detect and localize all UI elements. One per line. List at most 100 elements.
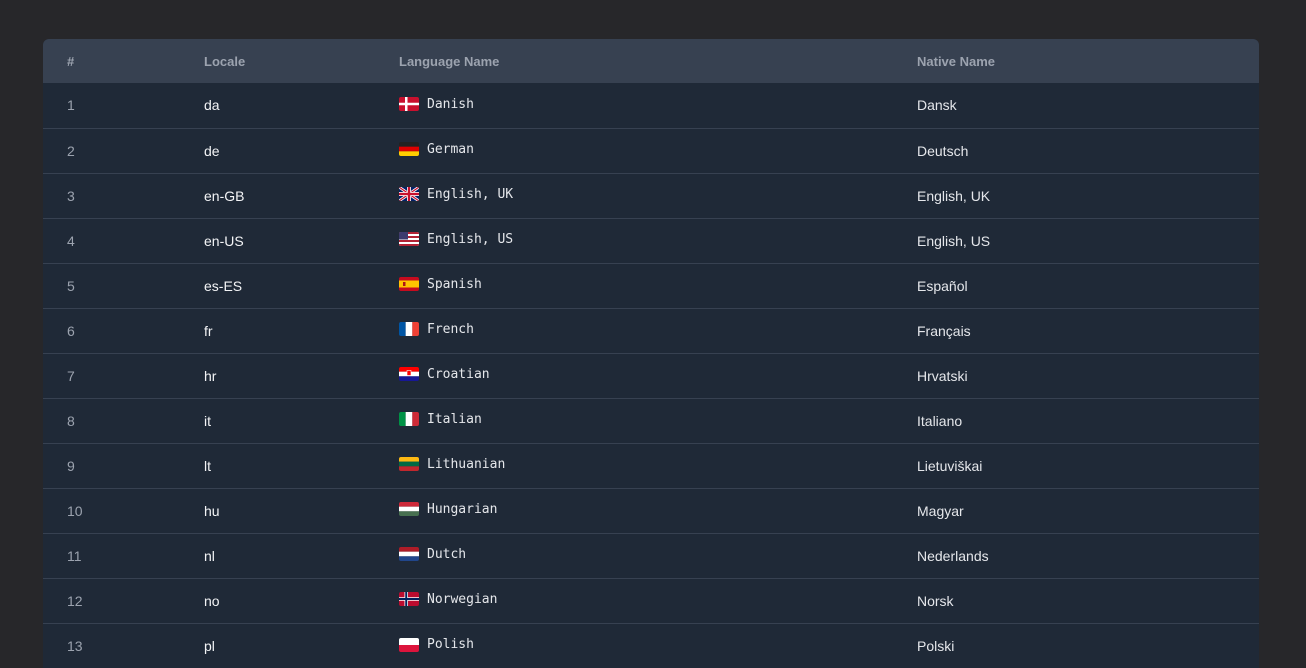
language-name-group: Spanish: [399, 277, 482, 292]
language-name-group: English, US: [399, 232, 513, 247]
norway-flag-icon: [399, 592, 419, 607]
language-name-group: French: [399, 322, 474, 337]
row-index: 8: [67, 412, 75, 429]
language-name-group: Lithuanian: [399, 457, 505, 472]
row-language-cell: English, US: [399, 218, 917, 263]
lithuania-flag-icon: [399, 457, 419, 472]
row-index: 3: [67, 187, 75, 204]
row-locale: da: [204, 97, 220, 114]
row-language-name: French: [427, 321, 474, 337]
row-language-cell: Croatian: [399, 353, 917, 398]
row-native-name: Nederlands: [917, 547, 989, 564]
us-flag-icon: [399, 232, 419, 247]
row-native-name: Dansk: [917, 97, 957, 114]
netherlands-flag-icon: [399, 547, 419, 562]
croatia-flag-icon: [399, 367, 419, 382]
row-index: 9: [67, 457, 75, 474]
row-language-name: English, UK: [427, 186, 514, 202]
row-language-name: Polish: [427, 637, 474, 652]
row-language-cell: Norwegian: [399, 578, 917, 623]
row-language-cell: English, UK: [399, 173, 917, 218]
row-native-name: Français: [917, 322, 971, 339]
row-locale: en-US: [204, 232, 244, 249]
row-locale: hu: [204, 502, 220, 519]
row-language-cell: Italian: [399, 398, 917, 443]
row-index: 7: [67, 367, 75, 384]
row-locale: no: [204, 592, 220, 609]
language-name-group: Dutch: [399, 547, 466, 562]
row-language-name: German: [427, 141, 474, 157]
table-row[interactable]: 1 da Danish Dansk: [43, 83, 1259, 128]
row-index: 1: [67, 97, 75, 114]
row-index: 11: [67, 547, 82, 564]
row-locale: hr: [204, 367, 217, 384]
language-name-group: Italian: [399, 412, 482, 427]
table-row[interactable]: 13 pl Polish Polski: [43, 623, 1259, 668]
table-row[interactable]: 4 en-US English, US English, US: [43, 218, 1259, 263]
table-row[interactable]: 7 hr Croatian Hrvatski: [43, 353, 1259, 398]
row-index: 4: [67, 232, 75, 249]
row-locale: lt: [204, 457, 211, 474]
header-index[interactable]: #: [43, 39, 204, 83]
header-native-name[interactable]: Native Name: [917, 39, 1259, 83]
locales-table: # Locale Language Name Native Name 1 da Da…: [43, 39, 1259, 668]
row-locale: fr: [204, 322, 213, 339]
language-name-group: Norwegian: [399, 592, 497, 607]
table-row[interactable]: 9 lt Lithuanian Lietuviškai: [43, 443, 1259, 488]
language-name-group: Polish: [399, 637, 474, 652]
row-locale: de: [204, 142, 220, 159]
header-locale[interactable]: Locale: [204, 39, 399, 83]
hungary-flag-icon: [399, 502, 419, 517]
row-index: 2: [67, 142, 75, 159]
locales-table-card: # Locale Language Name Native Name 1 da Da…: [43, 39, 1259, 668]
language-name-group: Croatian: [399, 367, 490, 382]
row-index: 10: [67, 502, 83, 519]
france-flag-icon: [399, 322, 419, 337]
row-language-cell: German: [399, 128, 917, 173]
row-language-name: Norwegian: [427, 591, 498, 607]
header-language-name[interactable]: Language Name: [399, 39, 917, 83]
uk-flag-icon: [399, 187, 419, 202]
row-language-name: Spanish: [427, 276, 482, 292]
language-name-group: Danish: [399, 97, 474, 112]
row-language-cell: French: [399, 308, 917, 353]
row-index: 6: [67, 322, 75, 339]
denmark-flag-icon: [399, 97, 419, 111]
row-language-cell: Lithuanian: [399, 443, 917, 488]
row-locale: pl: [204, 637, 215, 654]
row-language-cell: Danish: [399, 83, 917, 128]
row-index: 12: [67, 592, 83, 609]
table-row[interactable]: 8 it Italian Italiano: [43, 398, 1259, 443]
table-row[interactable]: 5 es-ES Spanish Español: [43, 263, 1259, 308]
spain-flag-icon: [399, 277, 419, 292]
row-language-name: Italian: [427, 411, 482, 427]
row-language-name: Croatian: [427, 366, 490, 382]
germany-flag-icon: [399, 142, 419, 157]
row-native-name: Italiano: [917, 412, 963, 429]
language-name-group: German: [399, 142, 474, 157]
table-row[interactable]: 12 no Norwegian Norsk: [43, 578, 1259, 623]
table-body: 1 da Danish Dansk 2 de German Deutsch 3 en-GB Engl…: [43, 83, 1259, 668]
row-native-name: Norsk: [917, 592, 954, 609]
row-native-name: English, UK: [917, 187, 991, 204]
poland-flag-icon: [399, 637, 419, 652]
row-language-name: English, US: [427, 231, 514, 247]
language-name-group: English, UK: [399, 187, 513, 202]
table-header-row: # Locale Language Name Native Name: [43, 39, 1259, 83]
table-row[interactable]: 3 en-GB English, UK English, UK: [43, 173, 1259, 218]
language-name-group: Hungarian: [399, 502, 497, 517]
table-row[interactable]: 2 de German Deutsch: [43, 128, 1259, 173]
row-index: 13: [67, 637, 83, 654]
table-row[interactable]: 6 fr French Français: [43, 308, 1259, 353]
row-language-name: Danish: [427, 96, 474, 112]
italy-flag-icon: [399, 412, 419, 427]
row-native-name: Lietuviškai: [917, 457, 983, 474]
row-native-name: Polski: [917, 637, 955, 654]
table-row[interactable]: 10 hu Hungarian Magyar: [43, 488, 1259, 533]
table-row[interactable]: 11 nl Dutch Nederlands: [43, 533, 1259, 578]
row-language-cell: Polish: [399, 623, 917, 668]
row-index: 5: [67, 277, 75, 294]
row-language-cell: Dutch: [399, 533, 917, 578]
table-header: # Locale Language Name Native Name: [43, 39, 1259, 83]
row-language-name: Lithuanian: [427, 456, 506, 472]
